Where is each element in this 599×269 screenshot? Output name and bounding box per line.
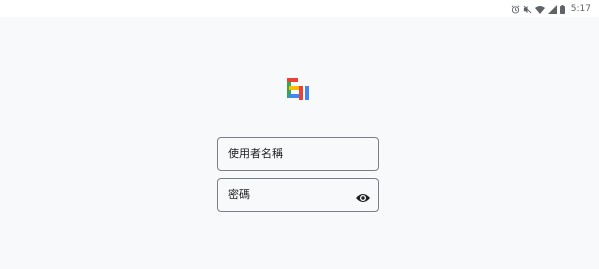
wifi-icon — [534, 5, 545, 14]
status-icons: 5:17 — [511, 3, 591, 15]
username-field[interactable]: 使用者名稱 — [217, 137, 379, 171]
status-bar: 5:17 — [0, 0, 599, 18]
alarm-icon — [511, 4, 520, 14]
status-time: 5:17 — [570, 4, 591, 14]
mute-icon — [523, 5, 532, 14]
eye-icon[interactable] — [356, 189, 370, 202]
password-field[interactable]: 密碼 — [217, 178, 379, 212]
signal-icon — [547, 4, 557, 14]
app-logo — [286, 77, 310, 101]
username-placeholder: 使用者名稱 — [228, 147, 283, 160]
battery-icon — [559, 4, 565, 14]
password-placeholder: 密碼 — [228, 188, 250, 201]
